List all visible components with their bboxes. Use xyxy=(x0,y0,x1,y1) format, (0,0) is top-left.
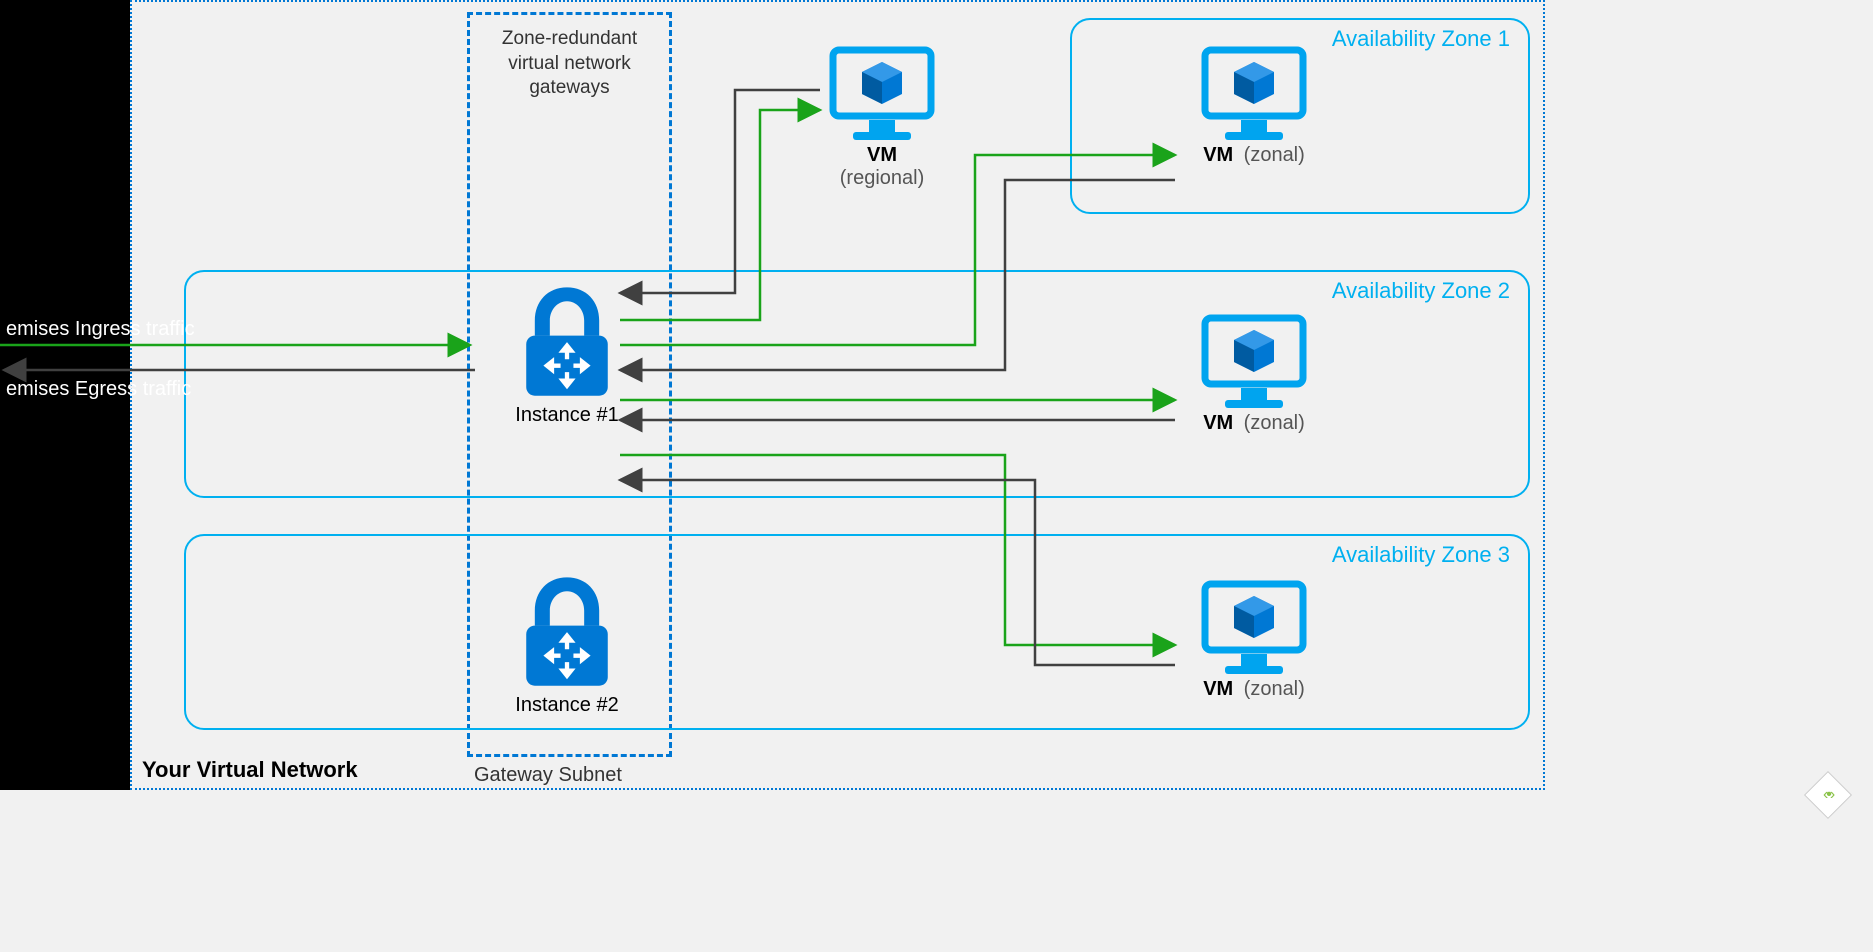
gateway-instance-1: Instance #1 xyxy=(492,282,642,427)
caption-line: Zone-redundant xyxy=(502,28,637,49)
vm-sublabel: (zonal) xyxy=(1244,412,1305,434)
instance-label: Instance #1 xyxy=(492,404,642,427)
vm-name: VM xyxy=(867,144,897,166)
zone-label: Availability Zone 2 xyxy=(1332,278,1510,304)
availability-zone-3: Availability Zone 3 xyxy=(184,534,1530,730)
gateway-subnet-caption: Zone-redundant virtual network gateways xyxy=(470,27,669,101)
virtual-network-container: Your Virtual Network Zone-redundant virt… xyxy=(130,0,1545,790)
vm-label-row: VM (zonal) xyxy=(1184,412,1324,435)
vm-label-row: VM xyxy=(812,144,952,167)
lock-gateway-icon xyxy=(513,282,621,400)
vm-zonal-1: VM (zonal) xyxy=(1184,44,1324,167)
gateway-subnet-label: Gateway Subnet xyxy=(474,764,622,787)
zone-label: Availability Zone 1 xyxy=(1332,26,1510,52)
virtual-network-label: Your Virtual Network xyxy=(142,757,358,783)
availability-zone-2: Availability Zone 2 xyxy=(184,270,1530,498)
gateway-instance-2: Instance #2 xyxy=(492,572,642,717)
caption-line: virtual network xyxy=(508,53,631,74)
vm-sublabel: (zonal) xyxy=(1244,144,1305,166)
vm-name: VM xyxy=(1203,412,1233,434)
vm-name: VM xyxy=(1203,144,1233,166)
vm-label-row: VM (zonal) xyxy=(1184,678,1324,701)
zone-label: Availability Zone 3 xyxy=(1332,542,1510,568)
ingress-traffic-label: emises Ingress traffic xyxy=(6,318,195,341)
lock-gateway-icon xyxy=(513,572,621,690)
vm-monitor-icon xyxy=(827,44,937,144)
instance-label: Instance #2 xyxy=(492,694,642,717)
vm-zonal-3: VM (zonal) xyxy=(1184,578,1324,701)
vm-monitor-icon xyxy=(1199,312,1309,412)
vm-monitor-icon xyxy=(1199,44,1309,144)
vm-sublabel: (regional) xyxy=(812,167,952,190)
vm-regional: VM (regional) xyxy=(812,44,952,190)
vm-name: VM xyxy=(1203,678,1233,700)
egress-traffic-label: emises Egress traffic xyxy=(6,378,191,401)
vm-monitor-icon xyxy=(1199,578,1309,678)
vm-sublabel: (zonal) xyxy=(1244,678,1305,700)
page-indicator-icon: ‹•› xyxy=(1804,771,1852,819)
vm-zonal-2: VM (zonal) xyxy=(1184,312,1324,435)
vm-label-row: VM (zonal) xyxy=(1184,144,1324,167)
caption-line: gateways xyxy=(529,77,609,98)
